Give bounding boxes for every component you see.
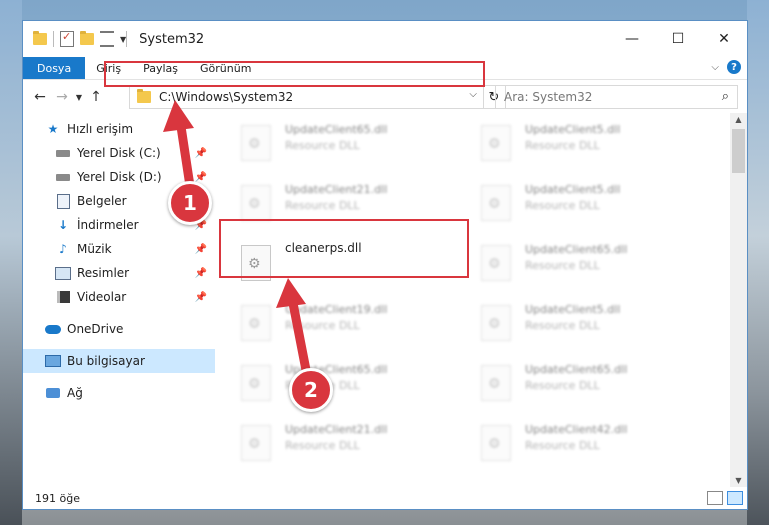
arrow-1 <box>163 100 195 191</box>
annotation-arrows <box>163 100 311 375</box>
arrow-2 <box>276 278 311 375</box>
step-badge-1: 1 <box>168 181 212 225</box>
step-badge-2: 2 <box>289 368 333 412</box>
